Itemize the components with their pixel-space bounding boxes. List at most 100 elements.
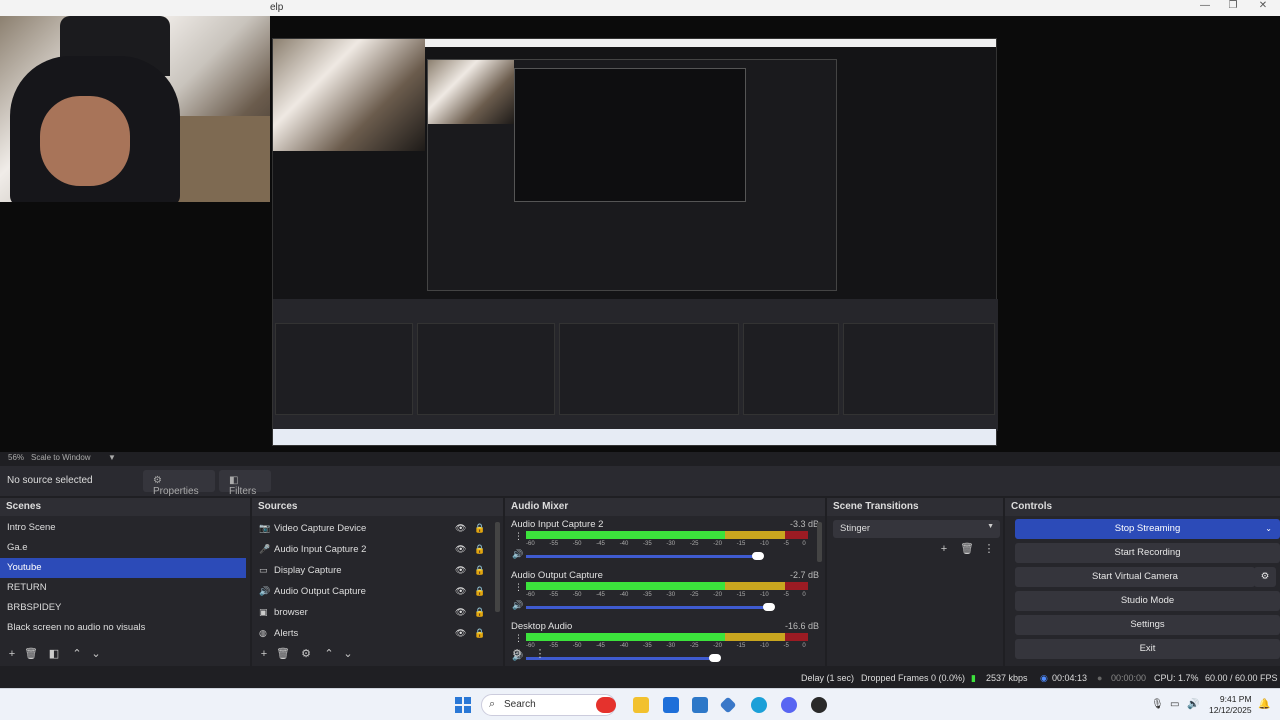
add-source-button[interactable]: + (257, 648, 271, 660)
scene-item[interactable]: Intro Scene (0, 518, 250, 538)
trash-icon[interactable]: 🗑 (276, 648, 290, 660)
meter-scale-label: 0 (802, 592, 806, 598)
minimize-button[interactable]: — (1190, 0, 1220, 14)
source-label: Display Capture (274, 565, 342, 576)
volume-slider[interactable] (526, 552, 764, 560)
scene-item[interactable]: Youtube (0, 558, 246, 578)
virtual-camera-settings-button[interactable]: ⚙ (1254, 567, 1276, 587)
help-menu[interactable]: elp (270, 2, 283, 13)
stream-time: 00:04:13 (1052, 673, 1088, 683)
move-down-button[interactable]: ⌄ (89, 648, 103, 660)
speaker-icon[interactable]: 🔊 (512, 600, 523, 611)
channel-db: -16.6 dB (784, 621, 819, 631)
gear-icon: ⚙ (1260, 571, 1270, 582)
lock-icon[interactable]: 🔒 (474, 628, 485, 639)
move-up-button[interactable]: ⌃ (322, 648, 336, 660)
meter-scale-label: -35 (643, 592, 652, 598)
eye-icon[interactable]: 👁 (455, 607, 466, 618)
stop-streaming-button[interactable]: Stop Streaming ⌄ (1015, 519, 1280, 539)
mixer-scrollbar[interactable] (817, 522, 822, 562)
camera-icon: 📷 (259, 523, 271, 533)
exit-button[interactable]: Exit (1015, 639, 1280, 659)
gear-icon: ⚙ (153, 475, 162, 486)
meter-scale-label: -10 (760, 541, 769, 547)
sources-scrollbar[interactable] (495, 522, 500, 612)
file-explorer-icon[interactable] (633, 697, 649, 713)
source-item[interactable]: ▣ browser 👁 🔒 (252, 603, 503, 624)
status-bar: Delay (1 sec) Dropped Frames 0 (0.0%) ▮ … (0, 668, 1280, 688)
move-up-button[interactable]: ⌃ (70, 648, 84, 660)
settings-button[interactable]: Settings (1015, 615, 1280, 635)
speaker-icon[interactable]: 🔊 (512, 549, 523, 560)
more-options-icon[interactable]: ⋮ (533, 648, 547, 660)
microphone-icon[interactable]: 🎙 (1151, 699, 1164, 710)
lock-icon[interactable]: 🔒 (474, 586, 485, 597)
eye-icon[interactable]: 👁 (455, 544, 466, 555)
network-icon[interactable]: ▭ (1170, 699, 1179, 710)
gear-icon[interactable]: ⚙ (299, 648, 313, 660)
filters-button[interactable]: ◧ Filters (219, 470, 271, 497)
eye-icon[interactable]: 👁 (455, 586, 466, 597)
gear-icon[interactable]: ⚙ (510, 648, 524, 660)
lock-icon[interactable]: 🔒 (474, 544, 485, 555)
eye-icon[interactable]: 👁 (455, 523, 466, 534)
eye-icon[interactable]: 👁 (455, 565, 466, 576)
chevron-down-icon[interactable]: ▼ (108, 453, 116, 462)
scale-mode-dropdown[interactable]: Scale to Window (31, 453, 91, 462)
scene-item[interactable]: Ga.e (0, 538, 250, 558)
mixer-channel: Audio Input Capture 2 -3.3 dB ⋮ -60 -55 -50 -4… (505, 518, 825, 569)
transitions-title: Scene Transitions (827, 498, 1003, 516)
display-capture-preview (272, 38, 998, 446)
scene-item[interactable]: RETURN (0, 578, 250, 598)
edge-icon[interactable] (751, 697, 767, 713)
source-item[interactable]: 🎤 Audio Input Capture 2 👁 🔒 (252, 540, 503, 561)
source-item[interactable]: 🔊 Audio Output Capture 👁 🔒 (252, 582, 503, 603)
volume-slider[interactable] (526, 603, 775, 611)
more-options-icon[interactable]: ⋮ (982, 543, 996, 555)
outlook-icon[interactable] (692, 697, 708, 713)
trash-icon[interactable]: 🗑 (960, 543, 974, 555)
add-transition-button[interactable]: + (937, 543, 951, 555)
lock-icon[interactable]: 🔒 (474, 607, 485, 618)
lock-icon[interactable]: 🔒 (474, 523, 485, 534)
studio-mode-button[interactable]: Studio Mode (1015, 591, 1280, 611)
preview-canvas[interactable] (0, 16, 1280, 452)
start-recording-button[interactable]: Start Recording (1015, 543, 1280, 563)
meter-scale-label: -15 (736, 592, 746, 598)
volume-icon[interactable]: 🔊 (1187, 699, 1199, 710)
scene-item[interactable]: BRBSPIDEY (0, 598, 250, 618)
start-virtual-camera-button[interactable]: Start Virtual Camera (1015, 567, 1255, 587)
level-meter (526, 531, 808, 539)
properties-button[interactable]: ⚙ Properties (143, 470, 215, 497)
lock-icon[interactable]: 🔒 (474, 565, 485, 576)
meter-scale-label: -10 (760, 592, 769, 598)
volume-knob[interactable] (763, 603, 775, 611)
scene-item[interactable]: Black screen no audio no visuals (0, 618, 250, 638)
meter-scale-label: 0 (802, 541, 806, 547)
transition-select[interactable]: Stinger ▼ (833, 520, 1000, 538)
taskbar-clock[interactable]: 9:41 PM 12/12/2025 (1209, 694, 1252, 716)
close-button[interactable]: ✕ (1248, 0, 1278, 14)
discord-icon[interactable] (781, 697, 797, 713)
maximize-button[interactable]: ❐ (1218, 0, 1248, 14)
spider-icon[interactable] (596, 697, 616, 713)
windows-start-button[interactable] (455, 697, 471, 713)
eye-icon[interactable]: 👁 (455, 628, 466, 639)
more-options-icon[interactable]: ⋮ (514, 531, 523, 542)
more-options-icon[interactable]: ⋮ (514, 582, 523, 593)
source-item[interactable]: ▭ Display Capture 👁 🔒 (252, 561, 503, 582)
source-item[interactable]: 📷 Video Capture Device 👁 🔒 (252, 519, 503, 540)
chevron-down-icon[interactable]: ⌄ (1265, 519, 1272, 539)
notification-bell-icon[interactable]: 🔔 (1258, 699, 1270, 710)
store-icon[interactable] (663, 697, 679, 713)
volume-knob[interactable] (752, 552, 764, 560)
move-down-button[interactable]: ⌄ (341, 648, 355, 660)
trash-icon[interactable]: 🗑 (24, 648, 38, 660)
channel-name: Desktop Audio (511, 621, 573, 632)
dropped-frames: Dropped Frames 0 (0.0%) (861, 673, 966, 683)
add-scene-button[interactable]: + (5, 648, 19, 660)
scene-filter-button[interactable]: ◧ (47, 648, 61, 660)
vscode-icon[interactable] (719, 696, 737, 714)
no-source-label: No source selected (7, 475, 93, 486)
obs-icon[interactable] (811, 697, 827, 713)
